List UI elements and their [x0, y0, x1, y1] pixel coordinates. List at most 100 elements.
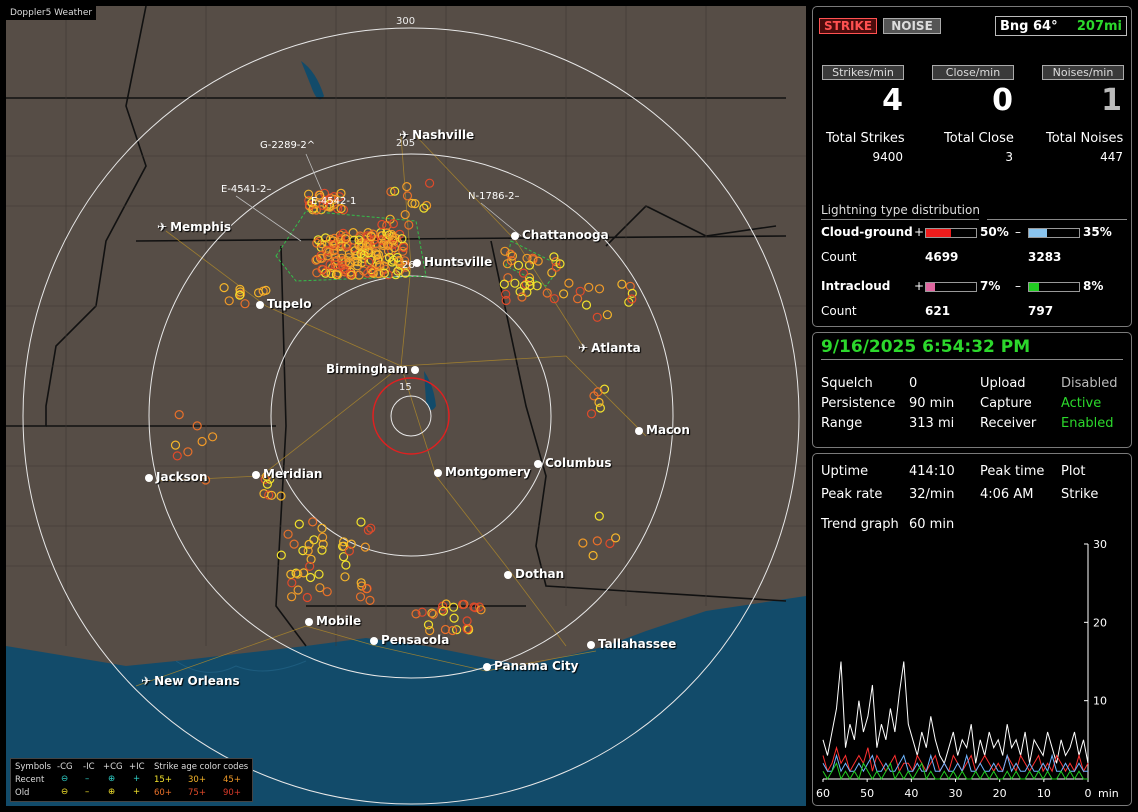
city-jackson[interactable]: Jackson: [145, 470, 208, 484]
close-per-min-button[interactable]: Close/min: [932, 65, 1014, 80]
storm-tag[interactable]: G-2289-2^: [260, 140, 315, 151]
strike-marker: [594, 511, 604, 521]
airport-icon: ✈: [578, 341, 589, 355]
strike-marker: [254, 288, 264, 298]
city-montgomery[interactable]: Montgomery: [434, 465, 531, 479]
uptime-label: Uptime: [821, 464, 869, 479]
strike-marker: [340, 572, 350, 582]
intracloud-label: Intracloud: [821, 279, 891, 293]
strike-marker: [377, 219, 387, 230]
trend-graph-value[interactable]: 60 min: [909, 517, 954, 532]
strike-marker: [341, 560, 351, 570]
city-chattanooga[interactable]: Chattanooga: [511, 228, 609, 242]
distribution-title: Lightning type distribution: [821, 203, 980, 217]
strike-marker: [302, 592, 312, 603]
strike-marker: [610, 533, 621, 543]
strike-marker: [513, 260, 524, 270]
close-per-min-value: 0: [992, 83, 1013, 118]
strike-marker: [549, 252, 559, 262]
strikes-per-min-button[interactable]: Strikes/min: [822, 65, 904, 80]
storm-tag[interactable]: E-4541-2–: [221, 184, 271, 195]
city-columbus[interactable]: Columbus: [534, 456, 612, 470]
plot-value[interactable]: Strike: [1061, 487, 1098, 502]
strike-marker: [588, 550, 598, 561]
current-datetime: 9/16/2025 6:54:32 PM: [821, 337, 1031, 357]
city-huntsville[interactable]: Huntsville: [413, 255, 492, 269]
city-nashville[interactable]: ✈ Nashville: [399, 128, 474, 142]
strike-marker: [276, 491, 286, 501]
city-meridian[interactable]: Meridian: [252, 467, 322, 481]
strike-marker: [558, 289, 569, 299]
city-tupelo[interactable]: Tupelo: [256, 297, 312, 311]
city-dot-icon: [305, 617, 313, 626]
city-atlanta[interactable]: ✈ Atlanta: [578, 341, 641, 355]
strike-marker: [208, 432, 218, 442]
strike-marker: [293, 585, 303, 595]
city-dothan[interactable]: Dothan: [504, 567, 564, 581]
noises-per-min-value: 1: [1101, 83, 1122, 118]
distribution-divider: [821, 219, 979, 220]
bearing-box: Bng 64° 207mi: [995, 16, 1127, 36]
strike-marker: [308, 517, 318, 527]
city-dot-icon: [534, 459, 542, 468]
city-pensacola[interactable]: Pensacola: [370, 633, 449, 647]
city-birmingham[interactable]: Birmingham: [326, 362, 422, 376]
strike-marker: [317, 545, 327, 555]
cloud-ground-label: Cloud-ground: [821, 225, 913, 239]
pos-ic-recent-icon: +: [133, 774, 141, 784]
strike-status-panel: STRIKE NOISE Bng 64° 207mi Strikes/min C…: [812, 6, 1132, 327]
range-label: Range: [821, 416, 863, 431]
age-75-label: 75+: [188, 788, 206, 798]
strike-marker: [425, 178, 435, 188]
strike-marker: [259, 489, 269, 499]
ic-negative-count: 797: [1028, 304, 1054, 318]
city-macon[interactable]: Macon: [635, 423, 690, 437]
cg-negative-bar: [1028, 228, 1080, 238]
squelch-value[interactable]: 0: [909, 376, 917, 391]
noise-toggle-button[interactable]: NOISE: [883, 18, 941, 34]
storm-tag[interactable]: E-4542-1: [311, 196, 356, 207]
airport-icon: ✈: [157, 220, 168, 234]
strike-marker: [283, 529, 293, 539]
strike-marker: [575, 286, 585, 296]
cg-positive-bar: [925, 228, 977, 238]
lightning-map[interactable]: Doppler5 Weather 300 205 15 G-2289-2^ E-…: [6, 6, 806, 806]
airport-icon: ✈: [399, 128, 410, 142]
city-mobile[interactable]: Mobile: [305, 614, 361, 628]
strike-marker: [578, 538, 588, 548]
map-base: [6, 6, 806, 806]
settings-divider: [821, 359, 1123, 360]
bearing-distance: 207mi: [1076, 19, 1122, 34]
peak-rate-value: 32/min: [909, 487, 955, 502]
capture-value[interactable]: Active: [1061, 396, 1101, 411]
storm-tag[interactable]: N-1786-2–: [468, 191, 520, 202]
strike-marker: [240, 299, 250, 309]
x-tick-label: 60: [816, 787, 830, 800]
trend-graph: 10 20 30 60 50 40 30 20 10 0 min: [816, 538, 1119, 800]
cg-positive-count: 4699: [925, 250, 959, 264]
city-dot-icon: [252, 470, 260, 479]
city-dot-icon: [434, 468, 442, 477]
persistence-value[interactable]: 90 min: [909, 396, 954, 411]
age-30-label: 30+: [188, 775, 206, 785]
cg-count-label: Count: [821, 250, 857, 264]
y-tick-label: 20: [1093, 616, 1107, 629]
city-panama-city[interactable]: Panama City: [483, 659, 578, 673]
age-15-label: 15+: [154, 775, 172, 785]
city-memphis[interactable]: ✈ Memphis: [157, 220, 231, 234]
x-tick-label: 20: [993, 787, 1007, 800]
strike-marker: [462, 616, 472, 626]
strike-marker: [592, 312, 602, 322]
upload-value[interactable]: Disabled: [1061, 376, 1117, 391]
city-new-orleans[interactable]: ✈ New Orleans: [141, 674, 240, 688]
x-tick-label: 40: [904, 787, 918, 800]
city-tallahassee[interactable]: Tallahassee: [587, 637, 676, 651]
city-dot-icon: [483, 662, 491, 671]
receiver-value[interactable]: Enabled: [1061, 416, 1114, 431]
strike-marker: [224, 296, 234, 306]
range-value[interactable]: 313 mi: [909, 416, 954, 431]
y-tick-label: 10: [1093, 695, 1107, 708]
cg-negative-sign: –: [1015, 225, 1021, 239]
strike-toggle-button[interactable]: STRIKE: [819, 18, 877, 34]
noises-per-min-button[interactable]: Noises/min: [1042, 65, 1124, 80]
